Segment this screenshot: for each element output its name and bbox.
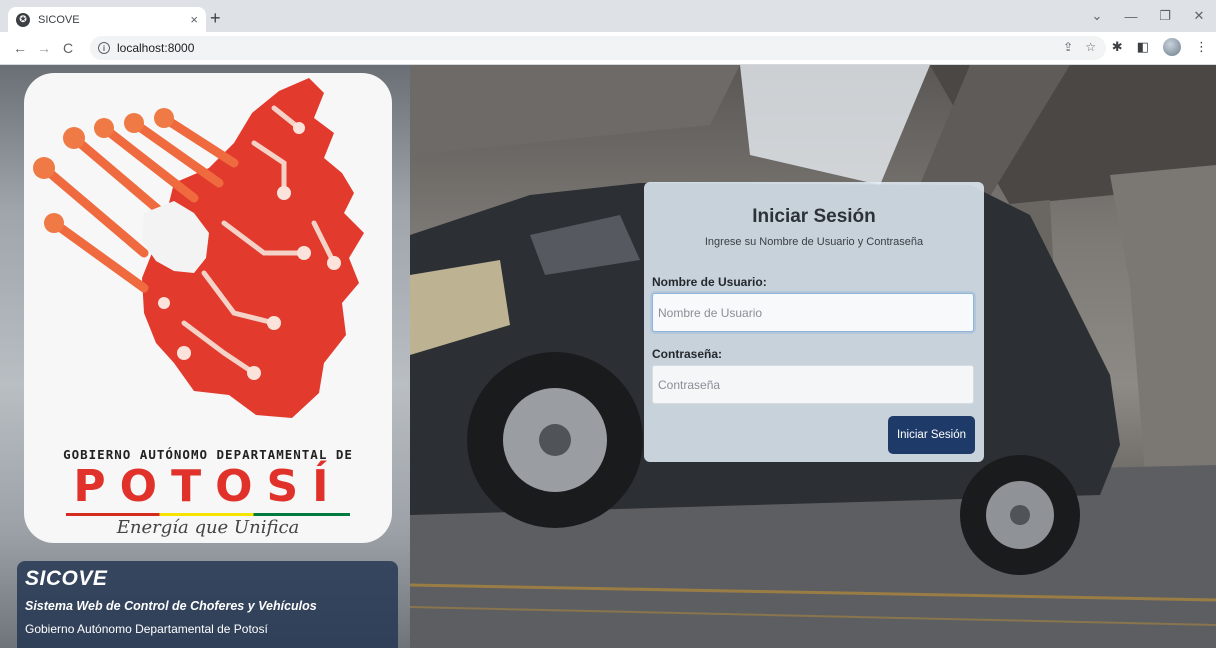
system-info-box: SICOVE Sistema Web de Control de Chofere…	[17, 561, 398, 648]
new-tab-button[interactable]: +	[210, 9, 221, 27]
login-title: Iniciar Sesión	[752, 206, 876, 227]
share-icon[interactable]: ⇪	[1063, 40, 1073, 54]
government-heading: GOBIERNO AUTÓNOMO DEPARTAMENTAL DE	[63, 447, 353, 462]
browser-menu-icon[interactable]: ⋮	[1195, 39, 1208, 55]
username-label: Nombre de Usuario:	[652, 275, 767, 289]
app-description: Sistema Web de Control de Choferes y Veh…	[25, 599, 317, 613]
profile-avatar[interactable]	[1163, 38, 1181, 56]
potosi-map-logo	[33, 78, 364, 418]
browser-tab-bar: ✪ SICOVE × + ⌄ — ❐ ✕	[0, 0, 1216, 32]
bookmark-star-icon[interactable]: ☆	[1085, 40, 1096, 54]
browser-toolbar: ← → C i localhost:8000 ⇪ ☆ ✱ ◧ ⋮	[0, 32, 1216, 65]
url-text: localhost:8000	[117, 41, 195, 55]
login-subtitle: Ingrese su Nombre de Usuario y Contraseñ…	[704, 236, 924, 248]
reload-icon[interactable]: C	[56, 40, 80, 56]
window-controls: ⌄ — ❐ ✕	[1080, 0, 1216, 32]
app-name: SICOVE	[25, 567, 108, 590]
slogan-text: Energía que Unifica	[116, 517, 300, 538]
minimize-button[interactable]: —	[1114, 9, 1148, 24]
favicon-icon: ✪	[16, 12, 30, 27]
extensions-icon[interactable]: ✱	[1112, 39, 1123, 55]
back-arrow-icon[interactable]: ←	[8, 40, 32, 56]
forward-arrow-icon[interactable]: →	[32, 40, 56, 56]
flag-stripe	[66, 513, 350, 516]
close-window-button[interactable]: ✕	[1182, 8, 1216, 24]
username-input[interactable]	[652, 293, 974, 332]
address-bar[interactable]: i localhost:8000 ⇪ ☆	[90, 36, 1106, 60]
side-panel-icon[interactable]: ◧	[1137, 39, 1149, 55]
page-content: GOBIERNO AUTÓNOMO DEPARTAMENTAL DE POTOS…	[0, 65, 1216, 648]
login-card: Iniciar Sesión Ingrese su Nombre de Usua…	[644, 182, 984, 462]
maximize-button[interactable]: ❐	[1148, 8, 1182, 24]
logo-card: GOBIERNO AUTÓNOMO DEPARTAMENTAL DE POTOS…	[24, 73, 392, 543]
tab-title: SICOVE	[38, 13, 80, 26]
site-info-icon[interactable]: i	[98, 42, 110, 54]
password-input[interactable]	[652, 365, 974, 404]
background-photo: Iniciar Sesión Ingrese su Nombre de Usua…	[410, 65, 1216, 648]
tab-close-icon[interactable]: ×	[190, 12, 198, 27]
login-submit-button[interactable]: Iniciar Sesión	[888, 416, 975, 454]
region-wordmark: POTOSÍ	[73, 461, 343, 512]
organization-name: Gobierno Autónomo Departamental de Potos…	[25, 622, 268, 636]
branding-panel: GOBIERNO AUTÓNOMO DEPARTAMENTAL DE POTOS…	[0, 65, 410, 648]
browser-tab[interactable]: ✪ SICOVE ×	[8, 7, 206, 32]
password-label: Contraseña:	[652, 347, 723, 361]
tab-search-icon[interactable]: ⌄	[1080, 8, 1114, 24]
